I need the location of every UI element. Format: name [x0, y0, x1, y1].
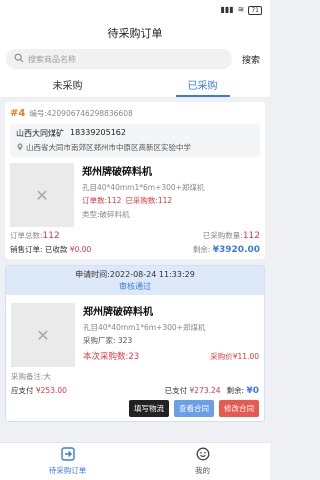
address-phone: 18339205162 — [70, 128, 126, 137]
remain-label: 剩余: — [192, 245, 211, 254]
search-input[interactable] — [28, 54, 168, 64]
product-category: 类型:破碎料机 — [82, 210, 130, 219]
fill-logistics-button[interactable]: 填写物流 — [129, 400, 169, 417]
tab-purchased[interactable]: 已采购 — [135, 72, 270, 97]
order-number: 编号:420906746298836608 — [29, 108, 133, 118]
purchased-label: 已采购数量: — [202, 231, 243, 240]
purchased-value: 112 — [242, 231, 260, 241]
order-index: #4 — [10, 107, 26, 119]
approval-status: 审核通过 — [119, 282, 151, 291]
purchase-record-card[interactable]: 申请时间:2022-08-24 11:33:29 审核通过 ✕ 郑州牌破碎料机 … — [5, 265, 265, 422]
total-value: 112 — [42, 231, 60, 241]
pending-orders-icon — [60, 447, 75, 463]
status-bar: ▮▮▮ ≋ 71 — [0, 0, 270, 20]
product-title: 郑州牌破碎料机 — [83, 307, 153, 318]
sales-order-status: 已收款 — [44, 245, 68, 254]
nav-mine[interactable]: 我的 — [135, 443, 270, 480]
total-label: 订单总数: — [10, 231, 43, 240]
purchase-price: 采购价¥11.00 — [210, 351, 259, 361]
remain-value: ¥3920.00 — [212, 245, 260, 255]
search-icon — [14, 53, 24, 65]
purchased-qty: 已采购数:112 — [125, 196, 173, 205]
search-button[interactable]: 搜索 — [238, 53, 264, 66]
product-image-placeholder: ✕ — [11, 303, 75, 367]
ordered-qty: 订单数:112 — [82, 196, 122, 205]
apply-time: 申请时间:2022-08-24 11:33:29 — [75, 270, 195, 279]
vendor: 采购厂家: 323 — [83, 336, 133, 345]
paid-value: ¥273.24 — [189, 386, 221, 395]
edit-contract-button[interactable]: 修改合同 — [219, 400, 259, 417]
product-image-placeholder: ✕ — [10, 163, 74, 227]
battery-icon: 71 — [248, 5, 262, 15]
order-card[interactable]: #4 编号:420906746298836608 山西大同煤矿 18339205… — [5, 102, 265, 259]
wifi-icon: ≋ — [237, 5, 245, 14]
address-line: 山西省大同市南郊区郑州市中原区高新区实验中学 — [26, 143, 191, 152]
sales-order-label: 销售订单: — [10, 245, 43, 254]
nav-pending-orders[interactable]: 待采购订单 — [0, 443, 135, 480]
product-spec: 孔目40*40mm1*6m+300+郑煤机 — [83, 323, 206, 332]
paid-label: 已支付 — [164, 386, 188, 395]
signal-icon: ▮▮▮ — [220, 5, 234, 14]
order-list[interactable]: #4 编号:420906746298836608 山西大同煤矿 18339205… — [0, 98, 270, 442]
product-title: 郑州牌破碎料机 — [82, 167, 152, 178]
remain-value: ¥0 — [246, 386, 259, 396]
page-title: 待采购订单 — [0, 20, 270, 46]
purchase-note: 采购备注:大 — [11, 372, 52, 381]
remain-label: 剩余: — [226, 386, 245, 395]
search-box[interactable] — [6, 49, 232, 69]
smiley-icon — [196, 447, 210, 463]
product-spec: 孔目40*40mm1*6m+300+郑煤机 — [82, 183, 205, 192]
payable-label: 应支付 — [11, 386, 34, 395]
nav-label: 待采购订单 — [48, 466, 87, 475]
sales-order-amount: ¥0.00 — [69, 245, 92, 254]
nav-label: 我的 — [195, 466, 210, 475]
this-purchase-qty: 本次采购数:23 — [83, 352, 140, 362]
address-box: 山西大同煤矿 18339205162 山西省大同市南郊区郑州市中原区高新区实验中… — [10, 124, 260, 157]
tab-not-purchased[interactable]: 未采购 — [0, 72, 135, 97]
search-row: 搜索 — [0, 46, 270, 72]
address-name: 山西大同煤矿 — [16, 129, 64, 138]
location-pin-icon — [16, 142, 24, 153]
bottom-nav: 待采购订单 我的 — [0, 442, 270, 480]
payable-value: ¥253.00 — [35, 386, 67, 395]
tab-bar: 未采购 已采购 — [0, 72, 270, 98]
view-contract-button[interactable]: 查看合同 — [174, 400, 214, 417]
